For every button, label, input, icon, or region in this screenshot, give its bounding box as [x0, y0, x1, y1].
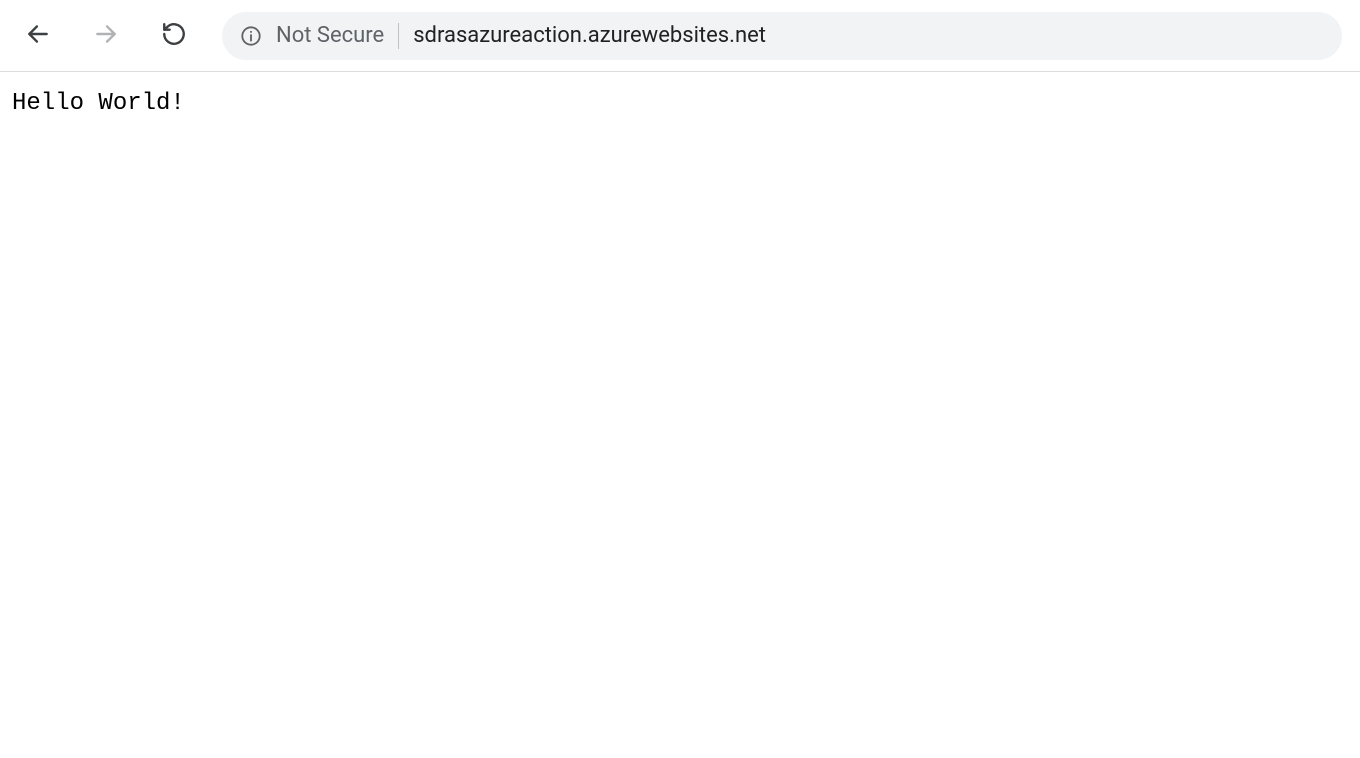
address-divider: [398, 23, 399, 49]
reload-icon: [161, 21, 187, 51]
security-status-label: Not Secure: [276, 23, 384, 48]
address-bar[interactable]: Not Secure sdrasazureaction.azurewebsite…: [222, 12, 1342, 60]
page-content: Hello World!: [0, 72, 1360, 135]
info-icon: [240, 25, 262, 47]
browser-toolbar: Not Secure sdrasazureaction.azurewebsite…: [0, 0, 1360, 72]
back-button[interactable]: [18, 16, 58, 56]
arrow-left-icon: [25, 21, 51, 51]
security-section[interactable]: Not Secure: [240, 23, 384, 48]
forward-button[interactable]: [86, 16, 126, 56]
page-body-text: Hello World!: [12, 90, 185, 117]
reload-button[interactable]: [154, 16, 194, 56]
arrow-right-icon: [93, 21, 119, 51]
url-text: sdrasazureaction.azurewebsites.net: [413, 23, 1324, 48]
